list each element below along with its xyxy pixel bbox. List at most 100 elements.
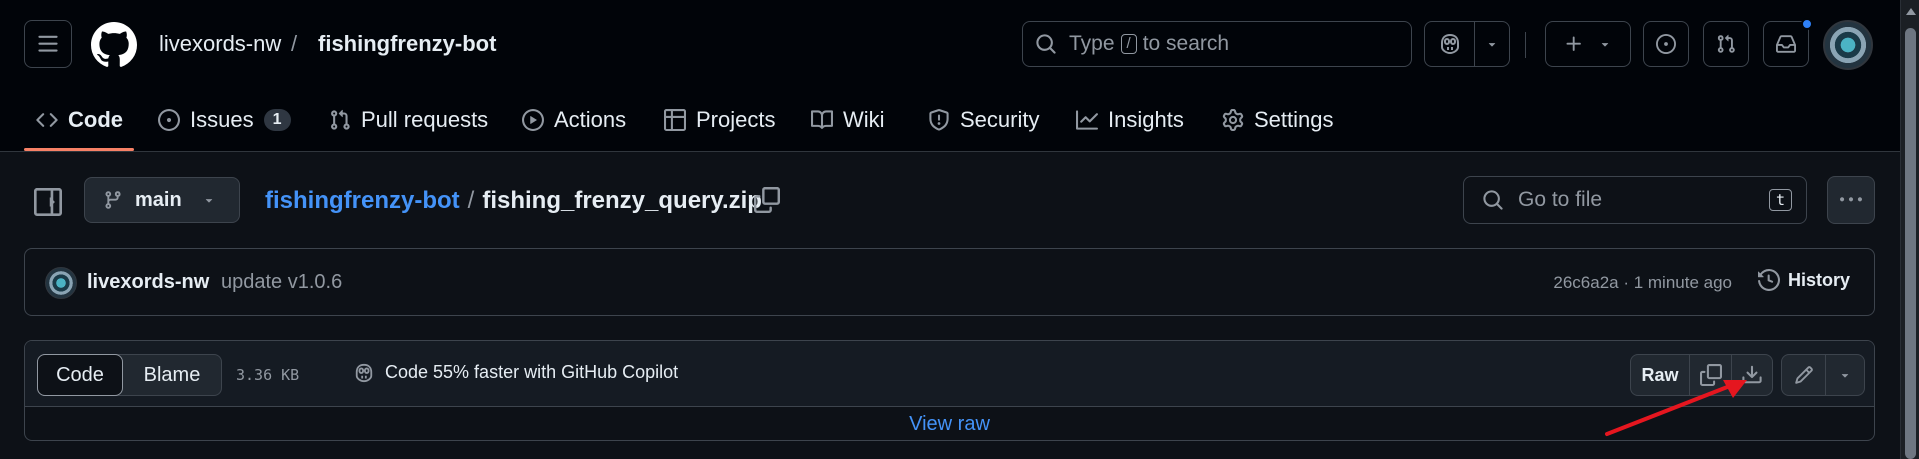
tab-security-label: Security bbox=[960, 107, 1040, 132]
issue-opened-icon bbox=[158, 109, 180, 131]
tab-security[interactable]: Security bbox=[928, 88, 1039, 152]
go-to-file-placeholder: Go to file bbox=[1518, 188, 1603, 211]
edit-actions-group bbox=[1781, 354, 1865, 396]
tab-code-label: Code bbox=[68, 107, 123, 132]
pencil-icon bbox=[1794, 366, 1813, 384]
your-pull-requests-button[interactable] bbox=[1703, 21, 1749, 67]
tab-projects[interactable]: Projects bbox=[664, 88, 775, 152]
tab-issues-label: Issues bbox=[190, 107, 254, 132]
go-to-file-input[interactable]: Go to file t bbox=[1463, 176, 1807, 224]
active-tab-indicator bbox=[24, 148, 134, 151]
path-separator: / bbox=[467, 187, 475, 214]
go-to-file-shortcut: t bbox=[1768, 189, 1792, 211]
blame-view-button[interactable]: Blame bbox=[123, 355, 221, 395]
tab-insights[interactable]: Insights bbox=[1076, 88, 1184, 152]
global-search-input[interactable]: Type / to search bbox=[1022, 21, 1412, 67]
scrollbar-thumb[interactable] bbox=[1905, 28, 1916, 459]
triangle-down-icon bbox=[1841, 374, 1849, 378]
commit-meta[interactable]: 26c6a2a · 1 minute ago bbox=[1553, 273, 1732, 293]
history-label: History bbox=[1787, 269, 1850, 290]
breadcrumb-owner[interactable]: livexords-nw bbox=[159, 31, 281, 57]
gear-icon bbox=[1222, 109, 1244, 131]
copilot-icon bbox=[355, 363, 373, 382]
copilot-promo-text: Code 55% faster with GitHub Copilot bbox=[385, 362, 679, 382]
file-tree-toggle-button[interactable] bbox=[34, 188, 62, 216]
your-issues-button[interactable] bbox=[1643, 21, 1689, 67]
code-view-button[interactable]: Code bbox=[37, 354, 123, 396]
tab-settings-label: Settings bbox=[1254, 107, 1334, 132]
commit-author-avatar[interactable] bbox=[45, 267, 77, 299]
history-button[interactable]: History bbox=[1757, 269, 1850, 291]
github-logo-icon[interactable] bbox=[91, 22, 137, 68]
tab-wiki-label: Wiki bbox=[843, 107, 885, 132]
create-new-button[interactable] bbox=[1545, 21, 1631, 67]
play-icon bbox=[522, 109, 544, 131]
copilot-promo-link[interactable]: Code 55% faster with GitHub Copilot bbox=[353, 362, 678, 383]
page-scrollbar[interactable] bbox=[1900, 0, 1919, 459]
commit-message[interactable]: update v1.0.6 bbox=[221, 271, 342, 294]
tab-code[interactable]: Code bbox=[36, 88, 123, 152]
branch-name: main bbox=[135, 188, 182, 211]
triangle-down-icon bbox=[1601, 43, 1609, 47]
git-pull-request-icon bbox=[1717, 34, 1735, 53]
repo-tabs: Code Issues 1 Pull requests Actions Proj… bbox=[0, 88, 1900, 152]
notification-indicator bbox=[1801, 18, 1813, 30]
search-prefix: Type bbox=[1069, 32, 1115, 55]
more-options-button[interactable] bbox=[1827, 176, 1875, 224]
user-avatar[interactable] bbox=[1823, 20, 1873, 70]
triangle-down-icon bbox=[1488, 43, 1496, 47]
menu-icon bbox=[38, 35, 58, 52]
repo-header: livexords-nw / fishingfrenzy-bot Type / … bbox=[0, 0, 1900, 152]
edit-dropdown-button[interactable] bbox=[1826, 355, 1864, 395]
issues-count-badge: 1 bbox=[263, 109, 291, 131]
tab-pull-requests-label: Pull requests bbox=[361, 107, 489, 132]
history-icon bbox=[1757, 269, 1780, 291]
annotation-arrow-icon bbox=[1605, 380, 1747, 436]
view-raw-label: View raw bbox=[909, 413, 990, 435]
search-icon bbox=[1483, 190, 1503, 210]
branch-select-button[interactable]: main bbox=[84, 177, 240, 223]
tab-actions[interactable]: Actions bbox=[522, 88, 626, 152]
tab-wiki[interactable]: Wiki bbox=[811, 88, 885, 152]
graph-icon bbox=[1076, 110, 1098, 130]
sidebar-expand-icon bbox=[34, 188, 62, 216]
hamburger-menu-button[interactable] bbox=[24, 20, 72, 68]
tab-pull-requests[interactable]: Pull requests bbox=[329, 88, 488, 152]
path-repo-link[interactable]: fishingfrenzy-bot bbox=[265, 187, 460, 215]
file-path-breadcrumb: fishingfrenzy-bot / fishing_frenzy_query… bbox=[265, 187, 762, 215]
kebab-horizontal-icon bbox=[1840, 197, 1862, 202]
table-icon bbox=[664, 109, 686, 131]
global-bar: livexords-nw / fishingfrenzy-bot Type / … bbox=[0, 0, 1900, 88]
book-icon bbox=[811, 110, 833, 129]
search-suffix: to search bbox=[1142, 32, 1230, 55]
tab-settings[interactable]: Settings bbox=[1222, 88, 1334, 152]
header-divider bbox=[1525, 32, 1526, 58]
breadcrumb-repo[interactable]: fishingfrenzy-bot bbox=[318, 31, 496, 57]
latest-commit-box: livexords-nw update v1.0.6 26c6a2a · 1 m… bbox=[24, 248, 1875, 316]
breadcrumb-separator: / bbox=[291, 31, 298, 56]
tab-projects-label: Projects bbox=[696, 107, 776, 132]
triangle-down-icon bbox=[205, 199, 212, 203]
copilot-icon bbox=[1440, 33, 1459, 55]
copilot-button[interactable] bbox=[1425, 22, 1475, 66]
tab-issues[interactable]: Issues 1 bbox=[158, 88, 291, 152]
inbox-icon bbox=[1776, 35, 1796, 53]
edit-file-button[interactable] bbox=[1782, 355, 1826, 395]
git-pull-request-icon bbox=[331, 109, 350, 130]
path-file-name: fishing_frenzy_query.zip bbox=[482, 187, 762, 214]
code-blame-toggle: Code Blame bbox=[37, 354, 222, 396]
code-icon bbox=[36, 113, 58, 127]
commit-author[interactable]: livexords-nw bbox=[87, 271, 209, 294]
copilot-dropdown-button[interactable] bbox=[1475, 22, 1509, 66]
copy-icon bbox=[754, 187, 780, 213]
tab-insights-label: Insights bbox=[1108, 107, 1184, 132]
shield-icon bbox=[929, 109, 949, 131]
plus-icon bbox=[1566, 36, 1581, 51]
issue-opened-icon bbox=[1656, 34, 1676, 54]
copy-path-button[interactable] bbox=[754, 187, 780, 213]
search-icon bbox=[1036, 34, 1056, 54]
file-size: 3.36 KB bbox=[236, 366, 300, 384]
scroll-up-arrow-icon[interactable] bbox=[1906, 8, 1916, 15]
search-shortcut-key: / bbox=[1120, 34, 1137, 54]
copilot-button-group bbox=[1424, 21, 1510, 67]
